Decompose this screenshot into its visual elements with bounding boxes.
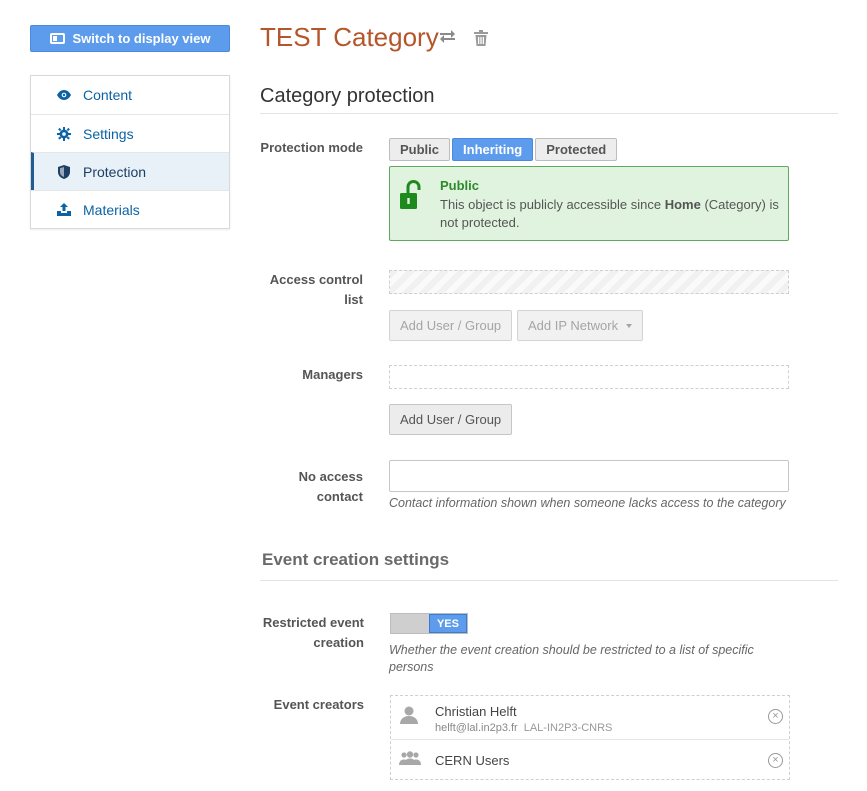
notice-title: Public [440, 178, 480, 193]
protection-mode-toggle: Public Inheriting Protected [389, 138, 618, 161]
list-item: CERN Users × [391, 741, 789, 779]
acl-add-user-button[interactable]: Add User / Group [389, 310, 513, 341]
event-creators-list: Christian Helft helft@lal.in2p3.fr LAL-IN… [390, 695, 790, 780]
remove-creator-button[interactable]: × [768, 752, 783, 768]
transfer-icon[interactable] [440, 30, 455, 48]
event-creators-label: Event creators [273, 697, 364, 712]
no-access-contact-input[interactable] [389, 460, 789, 492]
creator-name: Christian Helft [435, 704, 517, 719]
unlock-icon [400, 179, 422, 213]
no-access-help: Contact information shown when someone l… [389, 496, 786, 510]
sidebar-item-label: Materials [83, 201, 140, 218]
creator-email: helft@lal.in2p3.fr LAL-IN2P3-CNRS [435, 722, 613, 734]
protection-mode-label: Protection mode [260, 140, 363, 155]
creator-affiliation: LAL-IN2P3-CNRS [523, 722, 613, 734]
toggle-yes-label: YES [428, 614, 467, 633]
protection-notice: Public This object is publicly accessibl… [389, 166, 789, 241]
event-creation-title: Event creation settings [262, 550, 450, 569]
creator-name: CERN Users [435, 752, 510, 768]
list-item: Christian Helft helft@lal.in2p3.fr LAL-IN… [391, 696, 789, 740]
divider [260, 113, 838, 114]
sidebar-item-settings[interactable]: Settings [31, 114, 229, 152]
gear-icon [57, 126, 71, 141]
sidebar-item-label: Settings [83, 125, 134, 142]
mode-protected-button[interactable]: Protected [535, 138, 618, 161]
sidebar-item-materials[interactable]: Materials [31, 190, 229, 228]
section-title: Category protection [260, 85, 435, 107]
sidebar-item-label: Content [83, 87, 133, 103]
trash-icon[interactable] [474, 30, 488, 51]
mode-public-button[interactable]: Public [389, 138, 451, 161]
managers-label: Managers [302, 367, 363, 382]
notice-text: This object is publicly accessible since… [440, 197, 779, 230]
no-access-contact-label: No access contact [298, 469, 363, 504]
managers-list [389, 365, 789, 389]
sidebar-menu: Content Settings Protection Materials [30, 75, 230, 229]
acl-add-ip-network-button[interactable]: Add IP Network [517, 310, 644, 341]
notice-bold-link: Home [664, 197, 701, 212]
eye-icon [57, 88, 71, 102]
mode-inheriting-button[interactable]: Inheriting [452, 138, 534, 161]
sidebar-item-content[interactable]: Content [31, 76, 229, 114]
restricted-event-creation-toggle[interactable]: YES [390, 613, 468, 634]
shield-icon [57, 164, 71, 179]
restricted-help: Whether the event creation should be res… [389, 643, 754, 674]
remove-creator-button[interactable]: × [768, 709, 783, 724]
sidebar-item-protection[interactable]: Protection [31, 152, 229, 190]
caret-down-icon [626, 323, 633, 328]
switch-button-label: Switch to display view [72, 31, 211, 46]
sidebar-item-label: Protection [83, 163, 147, 180]
page-title: TEST Category [260, 22, 439, 52]
display-view-icon [49, 33, 65, 44]
divider [260, 580, 838, 581]
upload-icon [57, 203, 71, 217]
switch-to-display-view-button[interactable]: Switch to display view [30, 25, 230, 52]
group-icon [399, 750, 421, 770]
acl-list [389, 270, 789, 294]
user-icon [399, 706, 419, 729]
restricted-event-creation-label: Restricted event creation [262, 615, 364, 650]
acl-label: Access control list [269, 272, 363, 307]
managers-add-user-button[interactable]: Add User / Group [389, 404, 513, 435]
